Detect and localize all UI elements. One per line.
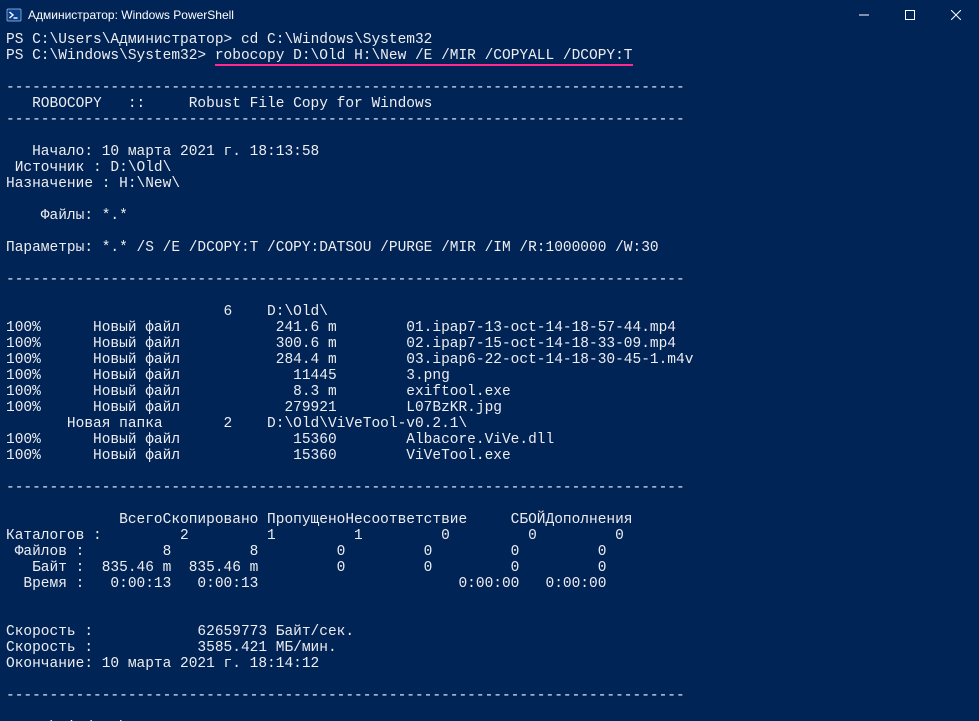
- command-cd: cd C:\Windows\System32: [241, 32, 432, 48]
- robocopy-header: ROBOCOPY :: Robust File Copy for Windows: [6, 96, 432, 112]
- dashes: ----------------------------------------…: [6, 80, 685, 96]
- prompt-ps: PS: [6, 32, 32, 48]
- dashes: ----------------------------------------…: [6, 688, 685, 704]
- prompt-path: C:\Users\Администратор>: [32, 32, 241, 48]
- speed-bytes: Скорость : 62659773 Байт/сек.: [6, 624, 354, 640]
- window-title: Администратор: Windows PowerShell: [28, 0, 841, 30]
- app-icon: [6, 7, 22, 23]
- summary-dirs: Каталогов : 2 1 1 0 0 0: [6, 528, 624, 544]
- powershell-window: Администратор: Windows PowerShell PS C:\…: [0, 0, 979, 721]
- prompt-ps: PS: [6, 48, 32, 64]
- maximize-icon: [905, 10, 915, 20]
- window-controls: [841, 0, 979, 30]
- dashes: ----------------------------------------…: [6, 112, 685, 128]
- close-icon: [951, 10, 961, 20]
- source-path: Источник : D:\Old\: [6, 160, 171, 176]
- end-time: Окончание: 10 марта 2021 г. 18:14:12: [6, 656, 319, 672]
- summary-time: Время : 0:00:13 0:00:13 0:00:00 0:00:00: [6, 576, 606, 592]
- titlebar[interactable]: Администратор: Windows PowerShell: [0, 0, 979, 30]
- parameters: Параметры: *.* /S /E /DCOPY:T /COPY:DATS…: [6, 240, 659, 256]
- prompt-path: C:\Windows\System32>: [32, 48, 215, 64]
- start-time: Начало: 10 марта 2021 г. 18:13:58: [6, 144, 319, 160]
- dest-path: Назначение : H:\New\: [6, 176, 180, 192]
- close-button[interactable]: [933, 0, 979, 30]
- minimize-button[interactable]: [841, 0, 887, 30]
- maximize-button[interactable]: [887, 0, 933, 30]
- dashes: ----------------------------------------…: [6, 272, 685, 288]
- terminal-output[interactable]: PS C:\Users\Администратор> cd C:\Windows…: [0, 30, 979, 721]
- file-rows: 100% Новый файл 241.6 m 01.ipap7-13-oct-…: [6, 320, 693, 464]
- terminal-lines: PS C:\Users\Администратор> cd C:\Windows…: [6, 32, 973, 721]
- dashes: ----------------------------------------…: [6, 480, 685, 496]
- files-filter: Файлы: *.*: [6, 208, 128, 224]
- speed-mb: Скорость : 3585.421 МБ/мин.: [6, 640, 337, 656]
- summary-files: Файлов : 8 8 0 0 0 0: [6, 544, 606, 560]
- command-robocopy: robocopy D:\Old H:\New /E /MIR /COPYALL …: [215, 48, 633, 66]
- dir-line: 6 D:\Old\: [6, 304, 328, 320]
- summary-header: ВсегоСкопировано ПропущеноНесоответствие…: [6, 512, 633, 528]
- summary-bytes: Байт : 835.46 m 835.46 m 0 0 0 0: [6, 560, 606, 576]
- minimize-icon: [859, 10, 869, 20]
